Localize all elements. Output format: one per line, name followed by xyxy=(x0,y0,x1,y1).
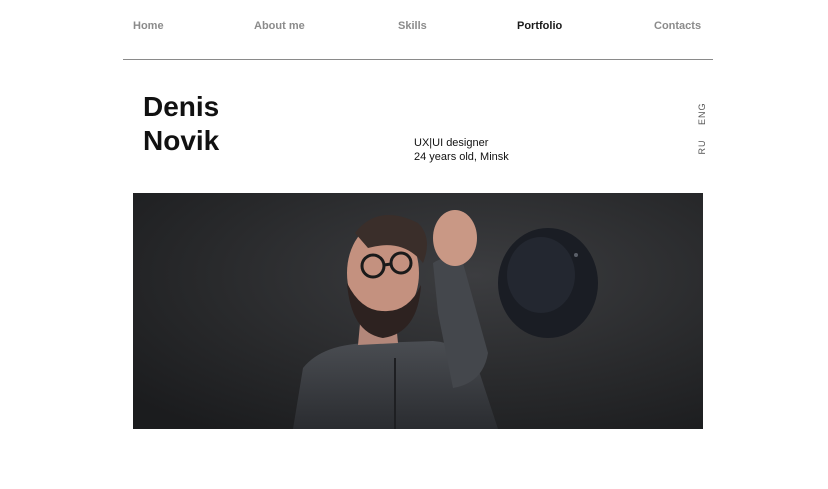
nav-home[interactable]: Home xyxy=(133,20,164,32)
main-nav: Home About me Skills Portfolio Contacts xyxy=(123,0,713,60)
first-name: Denis xyxy=(143,91,220,122)
profile-name: Denis Novik xyxy=(143,90,219,158)
portrait-photo-icon xyxy=(133,193,703,429)
nav-contacts[interactable]: Contacts xyxy=(654,20,701,32)
language-switcher: ENG RU xyxy=(692,102,712,162)
lang-ru[interactable]: RU xyxy=(697,137,707,157)
hero-photo xyxy=(133,193,703,429)
nav-skills[interactable]: Skills xyxy=(398,20,427,32)
nav-about[interactable]: About me xyxy=(254,20,305,32)
lang-eng[interactable]: ENG xyxy=(697,102,707,125)
nav-portfolio[interactable]: Portfolio xyxy=(517,20,562,32)
role-title: UX|UI designer xyxy=(414,137,489,149)
last-name: Novik xyxy=(143,125,220,156)
role-details: 24 years old, Minsk xyxy=(414,151,509,163)
profile-role: UX|UI designer 24 years old, Minsk xyxy=(414,136,509,164)
